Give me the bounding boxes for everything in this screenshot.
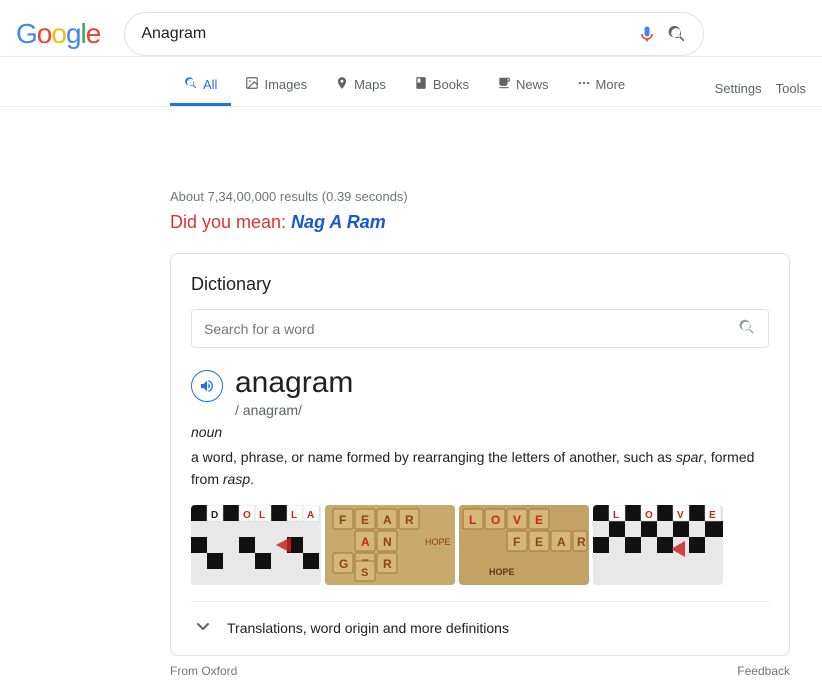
word-image-1[interactable]: D O L L A — [191, 505, 321, 585]
tools-link[interactable]: Tools — [776, 81, 806, 96]
svg-text:S: S — [361, 567, 368, 579]
tab-books[interactable]: Books — [400, 66, 483, 106]
tab-images[interactable]: Images — [231, 66, 321, 106]
word-definition: a word, phrase, or name formed by rearra… — [191, 446, 761, 491]
svg-text:A: A — [361, 535, 370, 549]
scrabble-svg-2: F E A R A N G E — [325, 505, 455, 585]
crossword-svg-1: D O L L A — [191, 505, 321, 585]
svg-text:E: E — [709, 510, 716, 521]
scrabble-svg-3: L O V E F E A R HOPE — [459, 505, 589, 585]
svg-text:E: E — [535, 535, 543, 549]
svg-text:L: L — [291, 510, 297, 521]
card-footer: From Oxford Feedback — [170, 656, 790, 682]
tab-news[interactable]: News — [483, 66, 563, 106]
search-icons — [637, 24, 687, 44]
search-input[interactable] — [141, 25, 637, 43]
speak-button[interactable] — [191, 370, 223, 402]
word-image-4[interactable]: L O V E — [593, 505, 723, 585]
dict-search-icon — [738, 318, 756, 336]
did-you-mean: Did you mean: Nag A Ram — [170, 212, 822, 233]
svg-text:F: F — [339, 513, 346, 527]
header: Google — [0, 0, 822, 57]
word-images-row: D O L L A F E A — [191, 505, 769, 585]
did-you-mean-link[interactable]: Nag A Ram — [291, 212, 386, 232]
svg-text:A: A — [307, 510, 314, 521]
feedback-link[interactable]: Feedback — [737, 664, 790, 678]
word-pronunciation: / anagram/ — [235, 402, 353, 418]
nav-tabs: All Images Maps — [170, 60, 639, 106]
dictionary-card: Dictionary anagram / anagram/ noun — [170, 253, 790, 656]
svg-text:HOPE: HOPE — [489, 567, 515, 577]
example-word-2: rasp — [223, 471, 250, 487]
tab-more[interactable]: More — [563, 66, 640, 106]
more-tab-icon — [577, 76, 591, 93]
google-logo[interactable]: Google — [16, 18, 100, 50]
tab-news-label: News — [516, 77, 549, 92]
speaker-icon — [199, 378, 215, 394]
svg-text:V: V — [677, 510, 684, 521]
svg-text:A: A — [383, 513, 392, 527]
svg-text:R: R — [405, 513, 414, 527]
definition-end: . — [250, 471, 254, 487]
definition-text: a word, phrase, or name formed by rearra… — [191, 449, 676, 465]
svg-text:R: R — [383, 557, 392, 571]
tab-maps-label: Maps — [354, 77, 386, 92]
maps-tab-icon — [335, 76, 349, 93]
dictionary-title: Dictionary — [191, 274, 769, 295]
logo-g: G — [16, 18, 37, 49]
svg-text:D: D — [211, 510, 218, 521]
word-entry: anagram / anagram/ — [191, 366, 769, 418]
content-area: About 7,34,00,000 results (0.39 seconds)… — [0, 177, 822, 682]
svg-text:HOPE: HOPE — [425, 537, 451, 547]
tab-all-label: All — [203, 77, 217, 92]
search-icon[interactable] — [667, 24, 687, 44]
nav-row: All Images Maps — [0, 60, 822, 107]
svg-text:O: O — [243, 510, 251, 521]
tab-all[interactable]: All — [170, 66, 231, 106]
crossword-svg-4: L O V E — [593, 505, 723, 585]
did-you-mean-prefix: Did you mean: — [170, 212, 291, 232]
translations-row[interactable]: Translations, word origin and more defin… — [191, 601, 769, 655]
logo-o1: o — [37, 18, 52, 49]
svg-text:L: L — [469, 513, 476, 527]
logo-e: e — [86, 18, 101, 49]
word-image-2[interactable]: F E A R A N G E — [325, 505, 455, 585]
svg-text:N: N — [383, 535, 392, 549]
svg-text:L: L — [259, 510, 265, 521]
tab-maps[interactable]: Maps — [321, 66, 400, 106]
svg-text:O: O — [491, 513, 500, 527]
word-part-of-speech: noun — [191, 424, 769, 440]
oxford-credit: From Oxford — [170, 664, 237, 678]
svg-text:F: F — [513, 535, 520, 549]
books-tab-icon — [414, 76, 428, 93]
settings-link[interactable]: Settings — [715, 81, 762, 96]
dictionary-search-bar[interactable] — [191, 309, 769, 348]
svg-text:E: E — [361, 513, 369, 527]
word-image-3[interactable]: L O V E F E A R HOPE — [459, 505, 589, 585]
images-tab-icon — [245, 76, 259, 93]
dictionary-search-button[interactable] — [738, 318, 756, 339]
svg-text:E: E — [535, 513, 543, 527]
svg-text:O: O — [645, 510, 653, 521]
svg-text:L: L — [613, 510, 619, 521]
word-headword: anagram — [235, 366, 353, 400]
example-word-1: spar — [676, 449, 703, 465]
dictionary-search-input[interactable] — [204, 321, 738, 337]
search-tab-icon — [184, 76, 198, 93]
logo-o2: o — [51, 18, 66, 49]
svg-text:A: A — [557, 535, 566, 549]
mic-icon[interactable] — [637, 24, 657, 44]
translations-label: Translations, word origin and more defin… — [227, 620, 509, 636]
svg-text:G: G — [339, 557, 348, 571]
logo-g2: g — [66, 18, 81, 49]
tab-books-label: Books — [433, 77, 469, 92]
svg-text:V: V — [513, 513, 521, 527]
svg-text:R: R — [577, 535, 586, 549]
chevron-down-icon — [191, 614, 215, 643]
search-bar[interactable] — [124, 12, 704, 56]
news-tab-icon — [497, 76, 511, 93]
results-info: About 7,34,00,000 results (0.39 seconds) — [170, 177, 822, 212]
tab-images-label: Images — [264, 77, 307, 92]
tab-more-label: More — [596, 77, 626, 92]
